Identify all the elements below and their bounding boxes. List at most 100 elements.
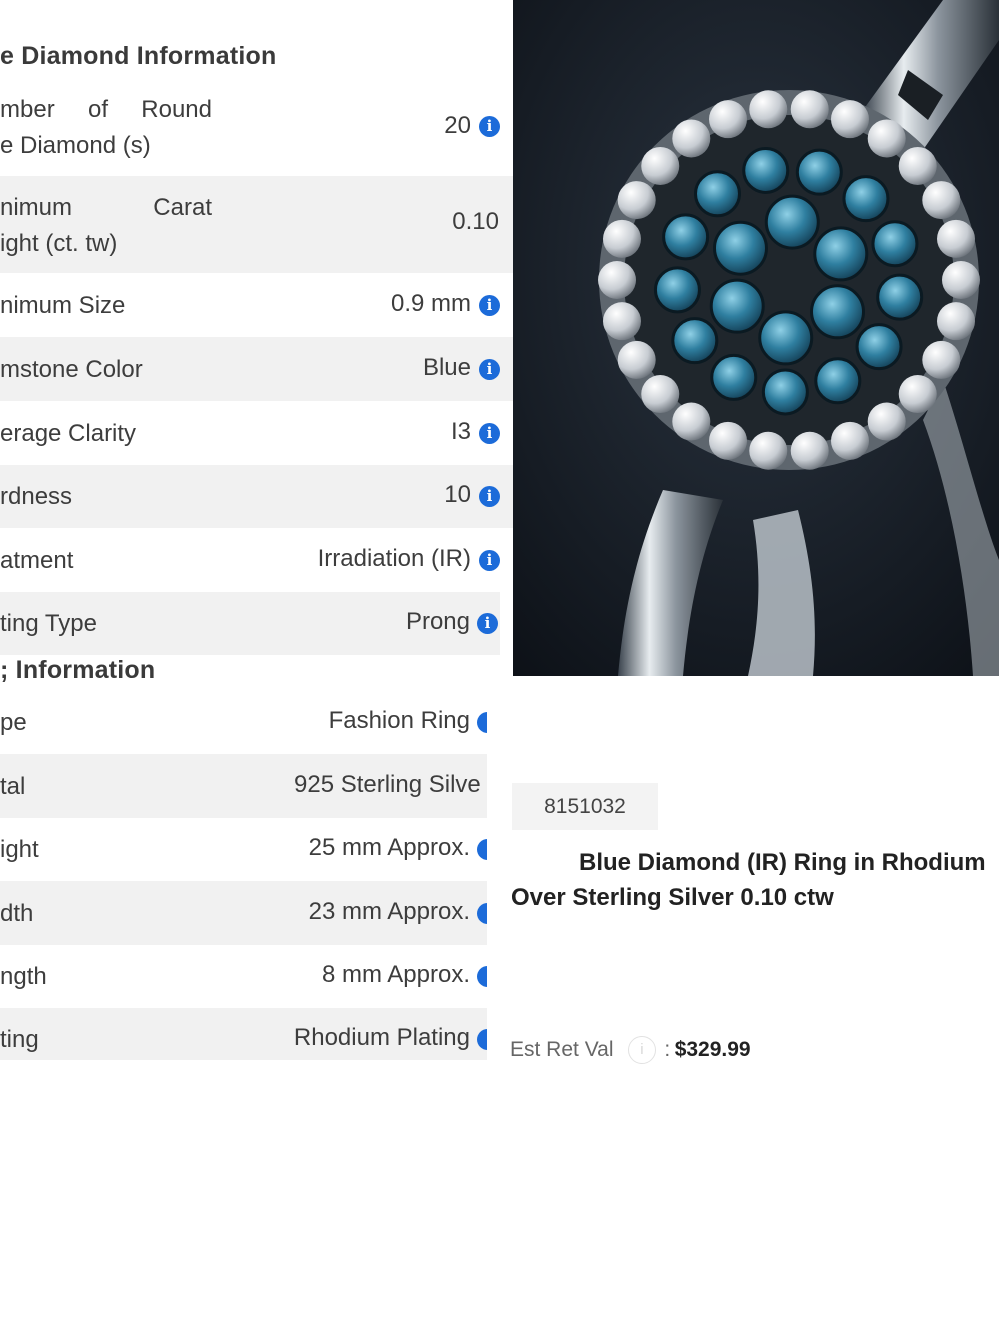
blue-diamond-stone: [653, 266, 701, 314]
blue-diamond-stone: [876, 273, 924, 321]
blue-diamond-stone: [710, 353, 758, 401]
spec-row-hardness: rdness 10 i: [0, 465, 513, 528]
retail-price: $329.99: [674, 1038, 751, 1061]
spec-value: I3: [450, 418, 471, 445]
retail-label: Est Ret Val: [510, 1038, 614, 1061]
spec-row-plating: ting Rhodium Plating: [0, 1008, 487, 1060]
halo-bead: [602, 302, 641, 341]
info-icon[interactable]: i: [479, 486, 500, 507]
spec-value: 8 mm Approx.: [321, 961, 470, 988]
info-icon[interactable]: i: [479, 295, 500, 316]
estimated-retail-value: Est Ret Val i : $329.99: [510, 1036, 751, 1068]
halo-bead: [598, 261, 636, 299]
halo-bead: [937, 302, 976, 341]
spec-value: 25 mm Approx.: [308, 834, 470, 861]
spec-value: 20: [444, 112, 471, 139]
blue-diamond-stone: [842, 175, 890, 223]
spec-row-metal: tal 925 Sterling Silve: [0, 754, 487, 818]
spec-value: 0.10: [452, 208, 499, 235]
spec-value: Fashion Ring: [328, 707, 470, 734]
spec-label: ting Type: [0, 610, 97, 637]
specifications-panel: e Diamond Information mber of Round e Di…: [0, 0, 513, 1060]
spec-label: erage Clarity: [0, 420, 137, 447]
halo-bead: [922, 181, 961, 220]
info-icon[interactable]: [477, 1029, 487, 1050]
blue-diamond-stone: [693, 170, 741, 218]
ring-information-heading: ; Information: [0, 656, 156, 684]
spec-value: Blue: [422, 354, 471, 381]
spec-label: nimum Carat ight (ct. tw): [0, 194, 212, 257]
halo-bead: [830, 421, 869, 460]
ring-photo: [513, 0, 999, 676]
sku-label: 8151032: [512, 783, 658, 830]
blue-diamond-stone: [671, 317, 719, 365]
spec-label: mber of Round e Diamond (s): [0, 96, 212, 159]
blue-diamond-stone: [761, 368, 809, 416]
halo-bead: [617, 340, 656, 379]
info-icon[interactable]: [477, 903, 487, 924]
halo-bead: [867, 119, 906, 158]
spec-label: nimum Size: [0, 292, 126, 319]
spec-label: mstone Color: [0, 356, 143, 383]
blue-diamond-stone: [855, 323, 903, 371]
product-title[interactable]: Blue Diamond (IR) Ring in Rhodium Over S…: [511, 845, 999, 915]
halo-bead: [898, 146, 937, 185]
halo-bead: [937, 219, 976, 258]
halo-bead: [749, 90, 788, 129]
blue-diamond-stone: [709, 278, 765, 334]
spec-row-setting-type: ting Type Prong i: [0, 592, 500, 655]
spec-value: Irradiation (IR): [317, 545, 471, 572]
spec-row-minimum-size: nimum Size 0.9 mm i: [0, 273, 513, 337]
blue-diamond-stone: [764, 194, 820, 250]
halo-bead: [602, 219, 641, 258]
spec-row-diamond-count: mber of Round e Diamond (s) 20 i: [0, 84, 513, 173]
spec-row-minimum-carat: nimum Carat ight (ct. tw) 0.10: [0, 176, 513, 273]
halo-bead: [641, 375, 680, 414]
spec-row-treatment: atment Irradiation (IR) i: [0, 528, 513, 592]
spec-label: dth: [0, 900, 34, 927]
blue-diamond-stone: [814, 357, 862, 405]
halo-bead: [867, 402, 906, 441]
spec-label: ight: [0, 836, 39, 863]
halo-bead: [641, 146, 680, 185]
spec-row-average-clarity: erage Clarity I3 i: [0, 401, 513, 465]
halo-bead: [922, 340, 961, 379]
halo-bead: [617, 181, 656, 220]
info-icon[interactable]: i: [479, 359, 500, 380]
spec-row-height: ight 25 mm Approx.: [0, 818, 487, 881]
info-icon[interactable]: i: [479, 116, 500, 137]
blue-diamond-stone: [712, 220, 768, 276]
halo-bead: [790, 431, 829, 470]
halo-bead: [942, 261, 980, 299]
spec-label: pe: [0, 709, 27, 736]
halo-bead: [790, 90, 829, 129]
info-circle-icon[interactable]: i: [627, 1036, 656, 1064]
ring-image: [513, 0, 999, 676]
info-icon[interactable]: [477, 966, 487, 987]
blue-diamond-stone: [813, 226, 869, 282]
info-icon[interactable]: i: [479, 423, 500, 444]
info-icon[interactable]: i: [477, 613, 498, 634]
spec-label: ting: [0, 1026, 39, 1053]
blue-diamond-stone: [810, 284, 866, 340]
spec-value: 925 Sterling Silve: [294, 771, 481, 798]
halo-bead: [709, 421, 748, 460]
spec-label: rdness: [0, 483, 73, 510]
spec-value: 10: [444, 481, 471, 508]
info-icon[interactable]: i: [479, 550, 500, 571]
blue-diamond-stone: [758, 310, 814, 366]
blue-diamond-stone: [742, 146, 790, 194]
info-icon[interactable]: [477, 712, 487, 733]
spec-value: Rhodium Plating: [293, 1024, 470, 1051]
spec-label: ngth: [0, 963, 47, 990]
blue-diamond-stone: [795, 148, 843, 196]
spec-row-width: dth 23 mm Approx.: [0, 881, 487, 945]
spec-row-type: pe Fashion Ring: [0, 692, 487, 754]
halo-bead: [830, 100, 869, 139]
diamond-information-heading: e Diamond Information: [0, 42, 277, 70]
halo-bead: [749, 431, 788, 470]
spec-value: 0.9 mm: [390, 290, 471, 317]
halo-bead: [672, 119, 711, 158]
spec-row-length: ngth 8 mm Approx.: [0, 945, 487, 1008]
info-icon[interactable]: [477, 839, 487, 860]
